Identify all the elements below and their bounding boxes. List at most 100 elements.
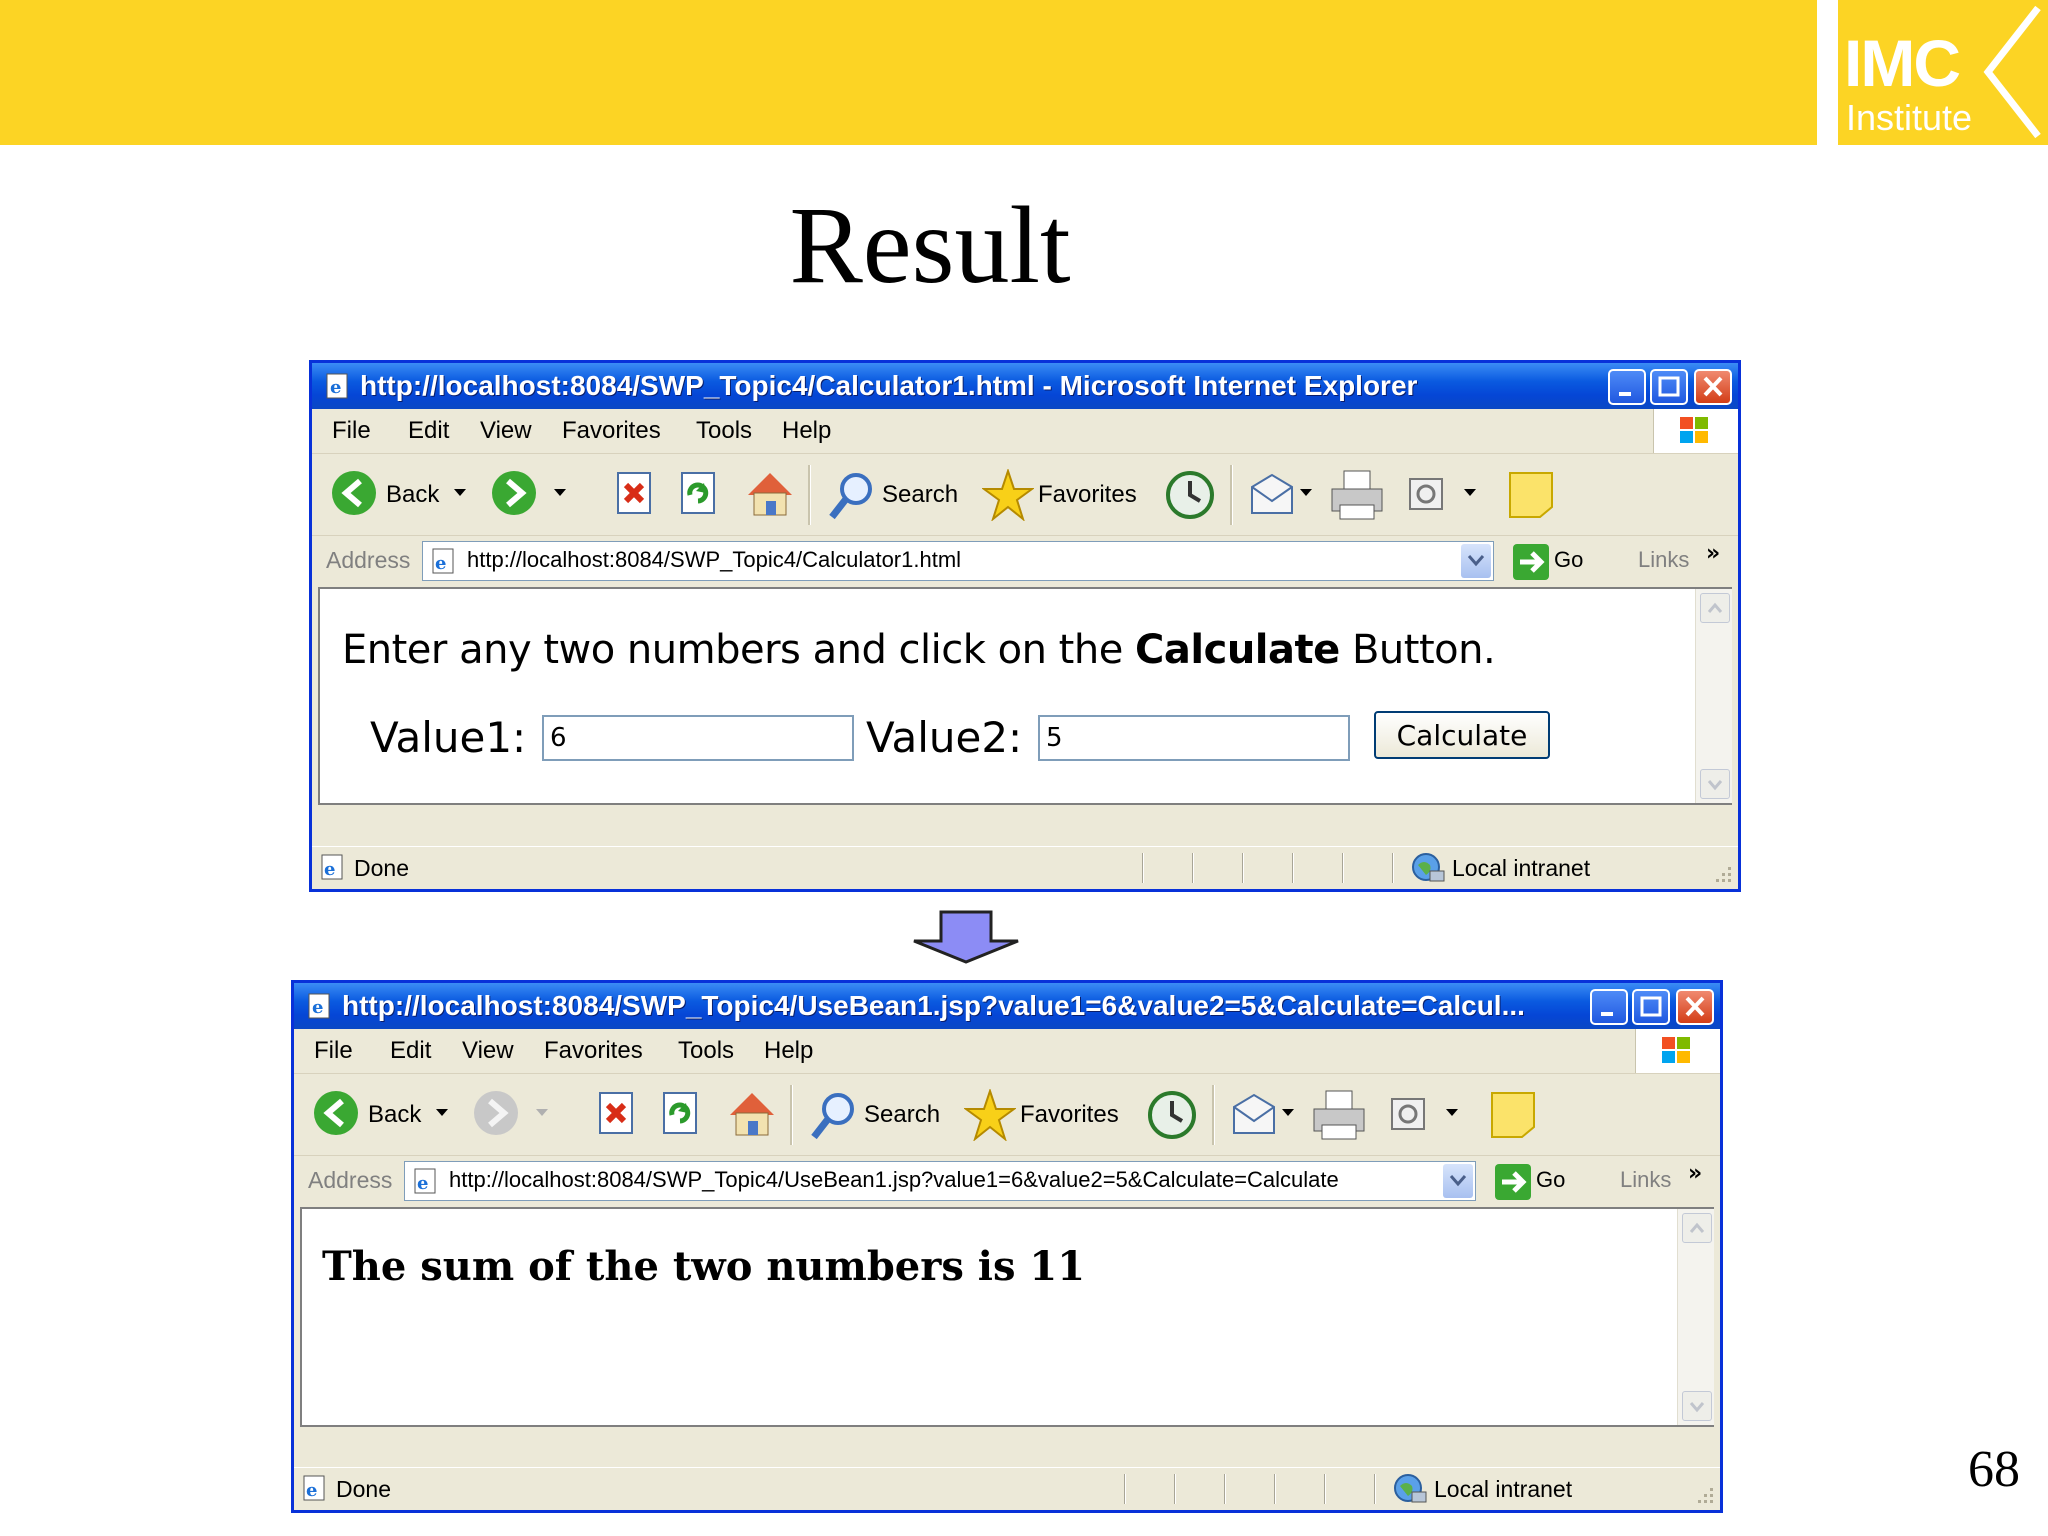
favorites-button[interactable]: Favorites (960, 1075, 1126, 1155)
vertical-scrollbar[interactable] (1695, 589, 1732, 803)
stop-icon (617, 472, 651, 514)
stop-button[interactable] (590, 1075, 640, 1155)
address-dropdown-button[interactable] (1461, 544, 1491, 578)
imc-logo: IMC Institute (1838, 0, 2048, 145)
status-divider (1392, 853, 1394, 883)
notes-button[interactable] (1486, 1075, 1542, 1155)
svg-text:e: e (324, 859, 335, 880)
back-button[interactable]: Back (324, 455, 474, 535)
minimize-button[interactable] (1590, 989, 1628, 1025)
menu-favorites[interactable]: Favorites (544, 1037, 643, 1065)
value2-input[interactable] (1038, 715, 1350, 761)
status-bar: e Done Local intranet (312, 846, 1738, 889)
close-button[interactable] (1694, 369, 1732, 405)
print-button[interactable] (1310, 1075, 1366, 1155)
menu-file[interactable]: File (332, 417, 371, 445)
scroll-down-button[interactable] (1700, 769, 1730, 799)
history-button[interactable] (1160, 455, 1216, 535)
status-divider (1292, 853, 1294, 883)
ie-page-icon: e (432, 548, 454, 574)
go-button[interactable]: Go (1508, 541, 1596, 581)
status-divider (1342, 853, 1344, 883)
menu-tools[interactable]: Tools (678, 1037, 734, 1065)
toolbar-separator (1212, 1085, 1215, 1145)
chevron-down-icon[interactable] (1300, 489, 1312, 499)
favorites-button[interactable]: Favorites (978, 455, 1144, 535)
chevron-right-icon[interactable]: » (1688, 1161, 1702, 1186)
links-toolbar[interactable]: Links (1620, 1167, 1671, 1193)
home-button[interactable] (740, 455, 796, 535)
notes-button[interactable] (1504, 455, 1560, 535)
scroll-down-button[interactable] (1682, 1391, 1712, 1421)
chevron-down-icon[interactable] (1282, 1109, 1294, 1119)
search-button[interactable]: Search (804, 1075, 944, 1155)
result-text: The sum of the two numbers is 11 (322, 1243, 1086, 1290)
address-input[interactable]: e http://localhost:8084/SWP_Topic4/UseBe… (404, 1161, 1476, 1201)
svg-text:e: e (417, 1173, 428, 1194)
edit-button[interactable] (1402, 455, 1492, 535)
printer-icon (1313, 1090, 1365, 1140)
chevron-down-icon[interactable] (436, 1109, 448, 1119)
minimize-button[interactable] (1608, 369, 1646, 405)
maximize-button[interactable] (1650, 369, 1688, 405)
menu-help[interactable]: Help (764, 1037, 813, 1065)
stop-button[interactable] (608, 455, 658, 535)
home-icon (748, 473, 792, 516)
chevron-down-icon[interactable] (454, 489, 466, 499)
status-divider (1224, 1474, 1226, 1504)
maximize-button[interactable] (1632, 989, 1670, 1025)
chevron-down-icon[interactable] (554, 489, 566, 499)
printer-icon (1331, 470, 1383, 520)
resize-grip-icon[interactable] (1694, 1484, 1716, 1506)
print-button[interactable] (1328, 455, 1384, 535)
history-icon (1166, 471, 1214, 519)
star-icon (982, 469, 1034, 521)
refresh-button[interactable] (654, 1075, 704, 1155)
status-text: Done (354, 855, 409, 881)
scroll-up-button[interactable] (1700, 593, 1730, 623)
chevron-right-icon[interactable]: » (1706, 541, 1720, 566)
ie-page-icon: e (414, 1168, 436, 1194)
address-input[interactable]: e http://localhost:8084/SWP_Topic4/Calcu… (422, 541, 1494, 581)
menu-help[interactable]: Help (782, 417, 831, 445)
menu-view[interactable]: View (480, 417, 532, 445)
vertical-scrollbar[interactable] (1677, 1209, 1714, 1425)
edit-button[interactable] (1384, 1075, 1474, 1155)
chevron-down-icon[interactable] (1446, 1109, 1458, 1119)
toolbar-separator (790, 1085, 793, 1145)
mail-button[interactable] (1226, 1075, 1306, 1155)
forward-arrow-icon (474, 1091, 518, 1135)
back-label: Back (368, 1101, 422, 1128)
go-button[interactable]: Go (1490, 1161, 1578, 1201)
chevron-down-icon[interactable] (1464, 489, 1476, 499)
mail-button[interactable] (1244, 455, 1324, 535)
menu-tools[interactable]: Tools (696, 417, 752, 445)
stop-icon (599, 1092, 633, 1134)
close-button[interactable] (1676, 989, 1714, 1025)
status-divider (1142, 853, 1144, 883)
value2-label: Value2: (866, 713, 1023, 762)
search-icon (811, 1093, 854, 1140)
menu-file[interactable]: File (314, 1037, 353, 1065)
menu-view[interactable]: View (462, 1037, 514, 1065)
address-dropdown-button[interactable] (1443, 1164, 1473, 1198)
refresh-button[interactable] (672, 455, 722, 535)
forward-button[interactable] (484, 455, 584, 535)
history-button[interactable] (1142, 1075, 1198, 1155)
menu-edit[interactable]: Edit (408, 417, 449, 445)
menu-favorites[interactable]: Favorites (562, 417, 661, 445)
scroll-up-button[interactable] (1682, 1213, 1712, 1243)
value1-input[interactable] (542, 715, 854, 761)
back-button[interactable]: Back (306, 1075, 456, 1155)
ie-page-icon: e (308, 993, 330, 1019)
calculate-button[interactable]: Calculate (1374, 711, 1550, 759)
refresh-icon (681, 472, 715, 514)
top-banner (0, 0, 1817, 145)
menu-edit[interactable]: Edit (390, 1037, 431, 1065)
home-button[interactable] (722, 1075, 778, 1155)
resize-grip-icon[interactable] (1712, 863, 1734, 885)
links-toolbar[interactable]: Links (1638, 547, 1689, 573)
search-button[interactable]: Search (822, 455, 962, 535)
page-number: 68 (1968, 1441, 2020, 1498)
svg-text:e: e (306, 1480, 317, 1501)
